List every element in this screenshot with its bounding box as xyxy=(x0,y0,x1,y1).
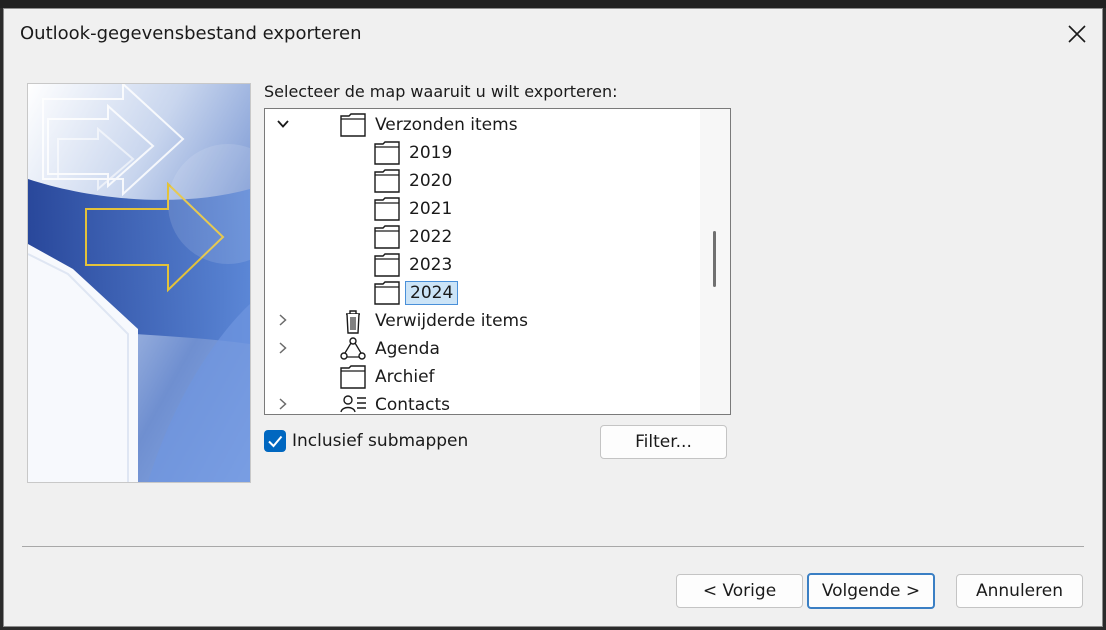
tree-item-archief[interactable]: Archief xyxy=(265,363,695,391)
folder-icon xyxy=(373,168,401,194)
back-button[interactable]: < Vorige xyxy=(676,574,803,608)
chevron-right-icon[interactable] xyxy=(275,340,291,356)
footer-separator xyxy=(22,546,1084,547)
contacts-icon xyxy=(339,392,367,414)
folder-icon xyxy=(339,364,367,390)
tree-scrollbar[interactable] xyxy=(700,109,730,414)
tree-item-label: 2019 xyxy=(409,143,453,163)
wizard-banner-image xyxy=(27,83,251,483)
folder-icon xyxy=(339,112,367,138)
export-dialog: Outlook-gegevensbestand exporteren Selec… xyxy=(3,8,1103,627)
chevron-down-icon[interactable] xyxy=(275,116,291,132)
tree-item-label: Contacts xyxy=(375,395,450,415)
tree-item-2021[interactable]: 2021 xyxy=(265,195,695,223)
checkbox-checked-icon xyxy=(264,430,286,452)
tree-item-label: 2022 xyxy=(409,227,453,247)
folder-icon xyxy=(373,224,401,250)
scrollbar-thumb[interactable] xyxy=(713,231,716,287)
title-bar: Outlook-gegevensbestand exporteren xyxy=(4,9,1102,59)
tree-item-2023[interactable]: 2023 xyxy=(265,251,695,279)
folder-select-prompt: Selecteer de map waaruit u wilt exporter… xyxy=(264,82,618,101)
folder-tree[interactable]: Verzonden items 2019 2020 2021 2022 2023 2024 V… xyxy=(264,108,731,415)
chevron-right-icon[interactable] xyxy=(275,396,291,412)
tree-item-label: Verzonden items xyxy=(375,115,518,135)
tree-item-2022[interactable]: 2022 xyxy=(265,223,695,251)
filter-button[interactable]: Filter... xyxy=(600,425,727,459)
tree-item-2024[interactable]: 2024 xyxy=(265,279,695,307)
tree-item-verwijderde-items[interactable]: Verwijderde items xyxy=(265,307,695,335)
tree-item-2020[interactable]: 2020 xyxy=(265,167,695,195)
tree-item-contacts[interactable]: Contacts xyxy=(265,391,695,415)
trash-icon xyxy=(339,308,367,334)
folder-icon xyxy=(373,252,401,278)
next-button[interactable]: Volgende > xyxy=(807,573,935,609)
tree-item-agenda[interactable]: Agenda xyxy=(265,335,695,363)
cancel-button[interactable]: Annuleren xyxy=(956,574,1083,608)
folder-icon xyxy=(373,280,401,306)
folder-icon xyxy=(373,196,401,222)
folder-icon xyxy=(373,140,401,166)
background-window-strip xyxy=(0,0,1106,8)
tree-item-label: 2021 xyxy=(409,199,453,219)
tree-item-label: 2024 xyxy=(405,281,459,305)
tree-item-label: Verwijderde items xyxy=(375,311,528,331)
chevron-right-icon[interactable] xyxy=(275,312,291,328)
tree-item-label: 2023 xyxy=(409,255,453,275)
tree-item-label: Agenda xyxy=(375,339,440,359)
tree-item-label: Archief xyxy=(375,367,435,387)
close-icon xyxy=(1068,25,1086,43)
include-subfolders-label: Inclusief submappen xyxy=(292,431,469,451)
close-button[interactable] xyxy=(1062,19,1092,49)
calendar-icon xyxy=(339,336,367,362)
tree-item-verzonden-items[interactable]: Verzonden items xyxy=(265,111,695,139)
tree-item-label: 2020 xyxy=(409,171,453,191)
tree-item-2019[interactable]: 2019 xyxy=(265,139,695,167)
dialog-title: Outlook-gegevensbestand exporteren xyxy=(20,23,362,44)
